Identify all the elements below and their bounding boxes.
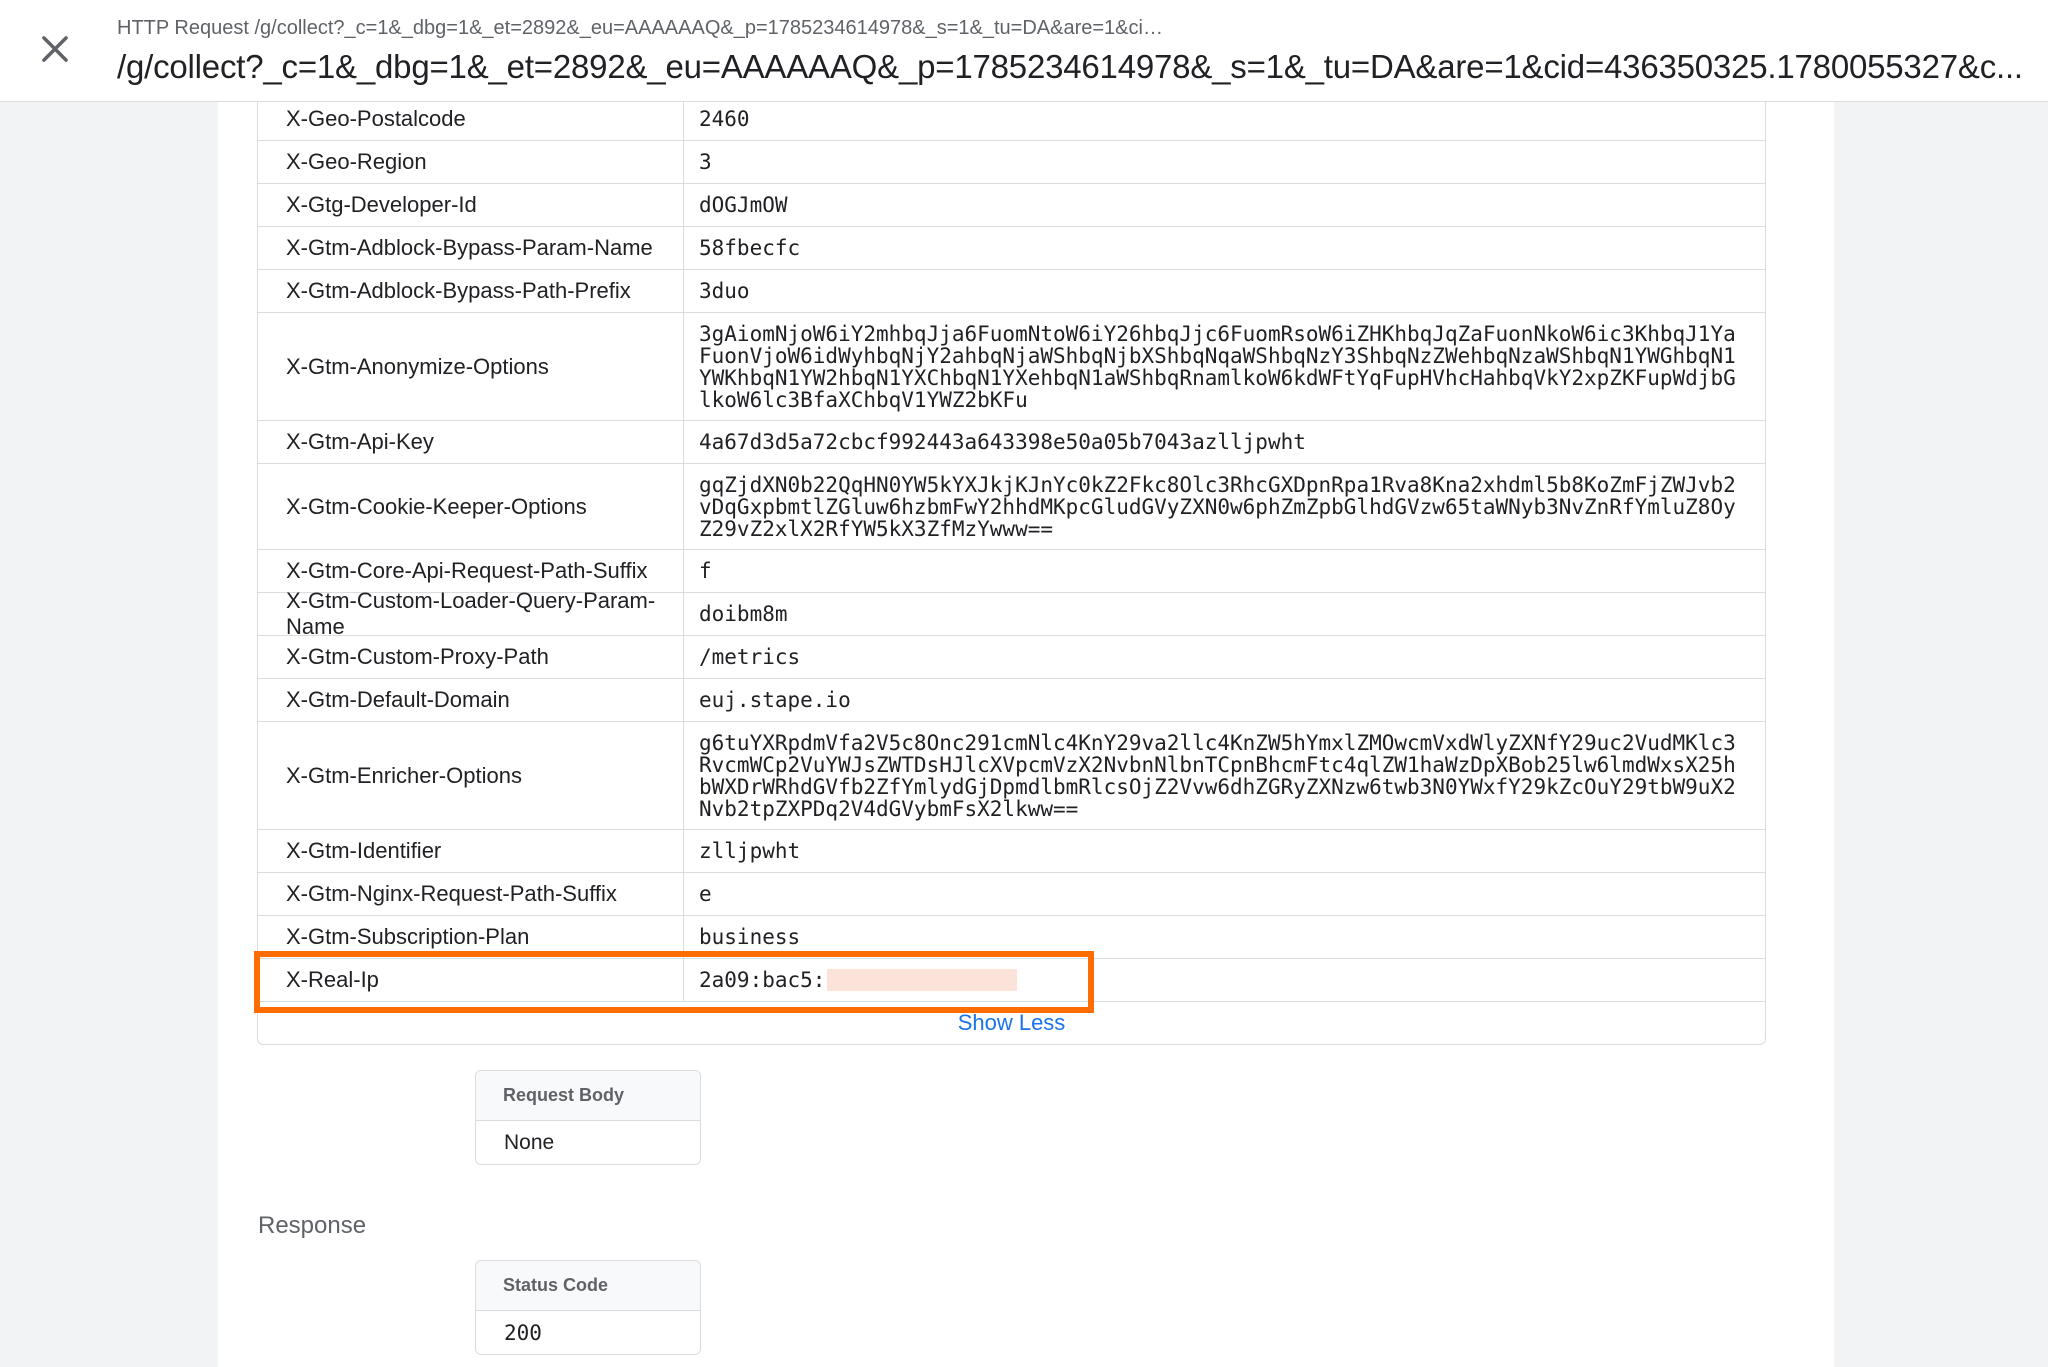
request-body-card: Request Body None — [475, 1070, 701, 1165]
header-row: X-Gtg-Developer-Id dOGJmOW — [258, 184, 1765, 227]
header-row: X-Gtm-Anonymize-Options 3gAiomNjoW6iY2mh… — [258, 313, 1765, 421]
header-value: business — [699, 925, 801, 949]
header-name: X-Gtm-Nginx-Request-Path-Suffix — [258, 873, 684, 915]
header-row: X-Gtm-Custom-Loader-Query-Param-Name doi… — [258, 588, 1765, 639]
header-row: X-Gtm-Subscription-Plan business — [258, 916, 1765, 959]
header-value: zlljpwht — [699, 839, 801, 863]
header-name: X-Gtm-Anonymize-Options — [258, 313, 684, 420]
show-less-link[interactable]: Show Less — [258, 1002, 1765, 1044]
header-name: X-Gtm-Enricher-Options — [258, 722, 684, 829]
header-name: X-Geo-Region — [258, 141, 684, 183]
header-value: f — [699, 559, 712, 583]
header-name: X-Gtm-Custom-Loader-Query-Param-Name — [258, 588, 684, 639]
header-value: /metrics — [699, 645, 801, 669]
real-ip-visible-part: 2a09:bac5: — [699, 968, 826, 992]
header-value: 2a09:bac5: — [684, 959, 1765, 1001]
header-row: X-Gtm-Adblock-Bypass-Path-Prefix 3duo — [258, 270, 1765, 313]
header-value: 4a67d3d5a72cbcf992443a643398e50a05b7043a… — [699, 430, 1306, 454]
header-name: X-Gtm-Adblock-Bypass-Param-Name — [258, 227, 684, 269]
header-name: X-Gtm-Cookie-Keeper-Options — [258, 464, 684, 549]
request-header-bar: HTTP Request /g/collect?_c=1&_dbg=1&_et=… — [0, 0, 2048, 102]
header-value: 3 — [699, 150, 712, 174]
header-value: 3duo — [699, 279, 750, 303]
header-value: g6tuYXRpdmVfa2V5c8Onc291cmNlc4KnY29va2ll… — [699, 730, 1736, 821]
details-page: X-Geo-Postalcode 2460 X-Geo-Region 3 X-G… — [218, 98, 1834, 1367]
header-value: gqZjdXN0b22QqHN0YW5kYXJkjKJnYc0kZ2Fkc8Ol… — [699, 472, 1736, 541]
header-name: X-Real-Ip — [258, 959, 684, 1001]
header-value: doibm8m — [699, 602, 788, 626]
header-value: 3gAiomNjoW6iY2mhbqJja6FuomNtoW6iY26hbqJj… — [699, 321, 1736, 412]
status-code-card: Status Code 200 — [475, 1260, 701, 1355]
close-icon — [42, 36, 68, 62]
header-name: X-Gtm-Core-Api-Request-Path-Suffix — [258, 550, 684, 592]
redacted-block — [827, 969, 1018, 991]
header-row: X-Gtm-Api-Key 4a67d3d5a72cbcf992443a6433… — [258, 421, 1765, 464]
header-value: 58fbecfc — [699, 236, 801, 260]
response-section-title: Response — [258, 1212, 367, 1239]
header-row: X-Gtm-Custom-Proxy-Path /metrics — [258, 636, 1765, 679]
header-row: X-Gtm-Nginx-Request-Path-Suffix e — [258, 873, 1765, 916]
header-row: X-Gtm-Cookie-Keeper-Options gqZjdXN0b22Q… — [258, 464, 1765, 550]
header-row: X-Gtm-Identifier zlljpwht — [258, 830, 1765, 873]
close-button[interactable] — [36, 30, 74, 68]
status-code-value: 200 — [504, 1320, 542, 1345]
request-body-label: Request Body — [476, 1071, 700, 1121]
request-kind-label: HTTP Request /g/collect?_c=1&_dbg=1&_et=… — [117, 17, 1163, 39]
request-body-value: None — [504, 1130, 555, 1154]
header-value: 2460 — [699, 107, 750, 131]
header-row: X-Geo-Postalcode 2460 — [258, 98, 1765, 141]
header-row-real-ip: X-Real-Ip 2a09:bac5: — [258, 959, 1765, 1002]
status-code-label: Status Code — [476, 1261, 700, 1311]
header-name: X-Gtm-Default-Domain — [258, 679, 684, 721]
header-name: X-Gtm-Subscription-Plan — [258, 916, 684, 958]
header-row: X-Geo-Region 3 — [258, 141, 1765, 184]
header-name: X-Geo-Postalcode — [258, 98, 684, 140]
header-row: X-Gtm-Adblock-Bypass-Param-Name 58fbecfc — [258, 227, 1765, 270]
header-name: X-Gtm-Adblock-Bypass-Path-Prefix — [258, 270, 684, 312]
request-url: /g/collect?_c=1&_dbg=1&_et=2892&_eu=AAAA… — [117, 48, 2023, 85]
header-name: X-Gtm-Api-Key — [258, 421, 684, 463]
header-row: X-Gtm-Default-Domain euj.stape.io — [258, 679, 1765, 722]
header-name: X-Gtm-Custom-Proxy-Path — [258, 636, 684, 678]
header-name: X-Gtm-Identifier — [258, 830, 684, 872]
request-headers-table: X-Geo-Postalcode 2460 X-Geo-Region 3 X-G… — [257, 98, 1766, 1045]
header-value: dOGJmOW — [699, 193, 788, 217]
header-value: euj.stape.io — [699, 688, 851, 712]
header-row: X-Gtm-Core-Api-Request-Path-Suffix f — [258, 550, 1765, 593]
header-row: X-Gtm-Enricher-Options g6tuYXRpdmVfa2V5c… — [258, 722, 1765, 830]
header-name: X-Gtg-Developer-Id — [258, 184, 684, 226]
header-value: e — [699, 882, 712, 906]
